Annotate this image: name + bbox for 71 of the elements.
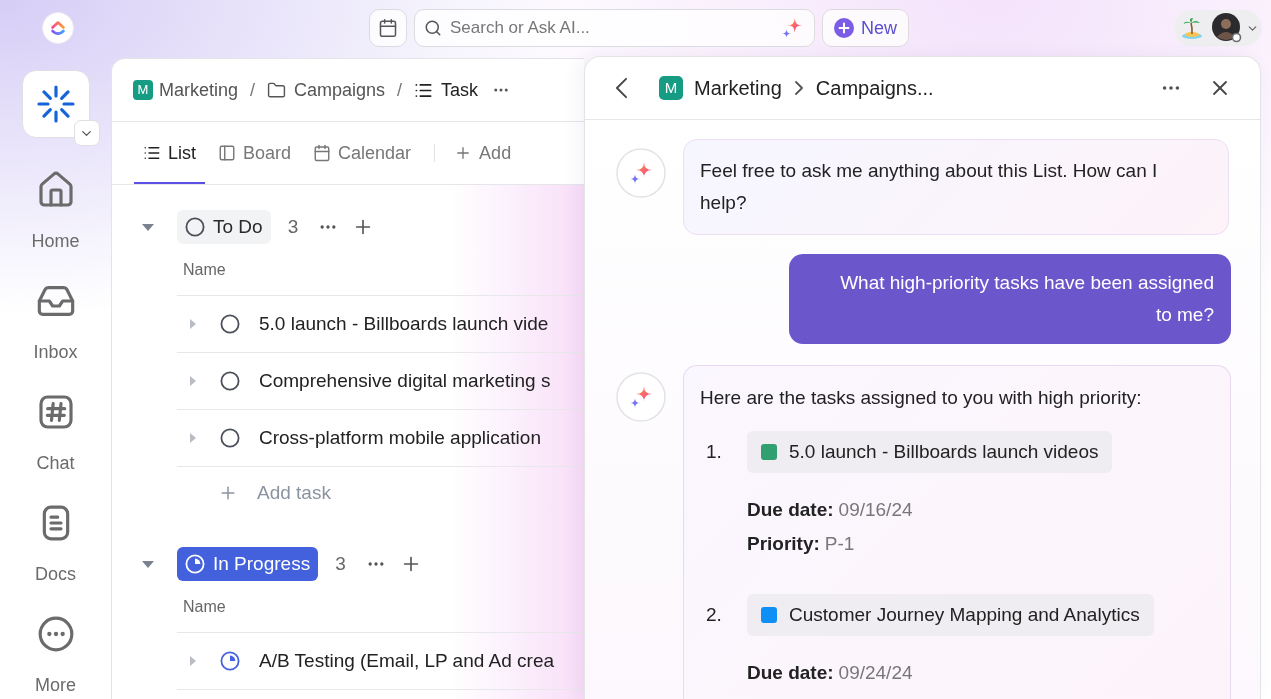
app-logo-icon[interactable] bbox=[42, 12, 74, 44]
user-message: What high-priority tasks have been assigned to me? bbox=[789, 254, 1231, 344]
field-label: Due date: bbox=[747, 661, 834, 685]
search-field[interactable]: Search or Ask AI... bbox=[414, 9, 815, 47]
island-icon bbox=[1180, 16, 1204, 40]
task-count: 3 bbox=[335, 551, 346, 576]
status-circle-icon bbox=[185, 217, 205, 237]
spinner-icon bbox=[35, 84, 76, 124]
breadcrumb-separator: / bbox=[250, 78, 256, 102]
task-chip[interactable]: 5.0 launch - Billboards launch videos bbox=[747, 431, 1113, 473]
plus-circle-icon bbox=[834, 18, 854, 38]
column-header: Name bbox=[183, 259, 226, 280]
nav-item[interactable]: More bbox=[0, 609, 111, 699]
assistant-text: Here are the tasks assigned to you with high priority: bbox=[700, 386, 1143, 410]
progress-circle-icon bbox=[220, 651, 240, 671]
field-label: Priority: bbox=[747, 532, 820, 556]
nav-item[interactable]: Docs bbox=[0, 498, 111, 609]
status-label: In Progress bbox=[213, 551, 311, 576]
collapse-caret-icon[interactable] bbox=[141, 559, 155, 569]
column-header: Name bbox=[183, 596, 226, 617]
space-badge: M bbox=[133, 80, 153, 100]
new-button[interactable]: New bbox=[822, 9, 909, 47]
status-circle-icon bbox=[220, 428, 240, 448]
task-name[interactable]: A/B Testing (Email, LP and Ad crea bbox=[259, 646, 555, 676]
breadcrumb-link[interactable]: Campaigns... bbox=[815, 73, 934, 103]
board-icon bbox=[218, 144, 236, 162]
list-number: 2. bbox=[706, 602, 722, 627]
task-name[interactable]: Cross-platform mobile application bbox=[259, 423, 541, 453]
breadcrumb-link[interactable]: M Marketing bbox=[133, 76, 239, 104]
field-label: Due date: bbox=[747, 498, 834, 522]
nav-item[interactable]: Inbox bbox=[0, 276, 111, 387]
view-tab[interactable]: Board bbox=[209, 122, 301, 184]
task-name[interactable]: Comprehensive digital marketing s bbox=[259, 366, 551, 396]
view-tab[interactable]: Calendar bbox=[304, 122, 421, 184]
progress-circle-icon bbox=[185, 554, 205, 574]
list-icon bbox=[143, 144, 161, 162]
field-value: 09/24/24 bbox=[838, 661, 913, 685]
avatar-icon bbox=[1211, 12, 1243, 44]
nav-item[interactable]: Home bbox=[0, 165, 111, 276]
status-label: To Do bbox=[213, 214, 263, 239]
nav-item[interactable]: Chat bbox=[0, 387, 111, 498]
sparkle-icon[interactable] bbox=[781, 17, 803, 39]
calendar-icon bbox=[313, 144, 332, 162]
status-pill[interactable]: To Do bbox=[177, 210, 271, 244]
chevron-right-icon bbox=[794, 81, 803, 95]
status-pill[interactable]: In Progress bbox=[177, 547, 319, 581]
workspace-button[interactable] bbox=[21, 70, 90, 138]
breadcrumb-link[interactable]: M Marketing bbox=[659, 73, 782, 103]
status-circle-icon bbox=[220, 371, 240, 391]
search-icon bbox=[424, 19, 442, 37]
space-badge: M bbox=[659, 76, 683, 100]
folder-icon bbox=[267, 80, 287, 100]
sparkle-avatar-icon bbox=[616, 148, 666, 198]
task-count: 3 bbox=[287, 214, 299, 239]
account-menu-button[interactable] bbox=[1174, 10, 1262, 46]
breadcrumb-link[interactable]: Task bbox=[414, 76, 479, 104]
add-view-button[interactable]: Add bbox=[445, 122, 521, 184]
sparkle-avatar-icon bbox=[616, 372, 666, 422]
field-value: 09/16/24 bbox=[838, 498, 913, 522]
breadcrumb-link[interactable]: Campaigns bbox=[267, 76, 386, 104]
status-circle-icon bbox=[220, 314, 240, 334]
calendar-icon bbox=[378, 18, 398, 38]
list-number: 1. bbox=[706, 439, 722, 464]
assistant-message: Feel free to ask me anything about this List. How can I help? bbox=[683, 139, 1229, 235]
field-value: P-1 bbox=[824, 532, 855, 556]
calendar-button[interactable] bbox=[369, 9, 407, 47]
task-name[interactable]: 5.0 launch - Billboards launch vide bbox=[259, 309, 549, 339]
breadcrumb-separator: / bbox=[397, 78, 403, 102]
collapse-caret-icon[interactable] bbox=[141, 222, 155, 232]
task-chip[interactable]: Customer Journey Mapping and Analytics bbox=[747, 594, 1154, 636]
back-icon[interactable] bbox=[615, 77, 628, 99]
